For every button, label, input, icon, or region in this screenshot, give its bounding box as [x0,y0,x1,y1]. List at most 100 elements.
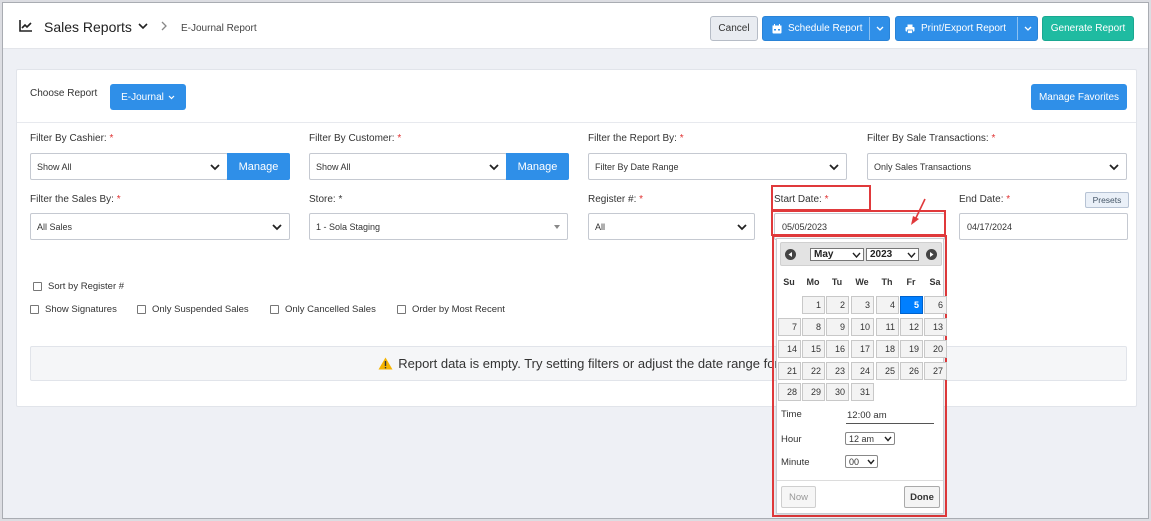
calendar-icon [772,23,782,33]
chevron-down-icon[interactable] [138,23,148,30]
weekday-header: We [855,277,869,287]
customer-select[interactable]: Show All [309,153,507,180]
chevron-down-icon [1109,164,1119,171]
end-date-input[interactable]: 04/17/2024 [959,213,1128,240]
checkbox-box[interactable] [270,305,279,314]
calendar-day[interactable]: 20 [924,340,947,358]
calendar-day[interactable]: 11 [876,318,899,336]
calendar-day[interactable]: 29 [802,383,825,401]
calendar-day[interactable]: 24 [851,362,874,380]
sort-by-register-checkbox[interactable]: Sort by Register # [33,281,124,292]
order-by-recent-checkbox[interactable]: Order by Most Recent [397,304,505,315]
chevron-down-icon [829,164,839,171]
weekday-header: Mo [806,277,820,287]
calendar-day[interactable]: 31 [851,383,874,401]
divider [17,122,1136,123]
calendar-day[interactable]: 25 [876,362,899,380]
empty-report-message: Report data is empty. Try setting filter… [398,356,779,371]
calendar-day[interactable]: 15 [802,340,825,358]
chevron-down-icon [884,436,892,442]
minute-label: Minute [781,457,810,468]
checkbox-box[interactable] [397,305,406,314]
selected-report-label: E-Journal [121,91,164,103]
chevron-down-icon [737,224,747,231]
only-suspended-checkbox[interactable]: Only Suspended Sales [137,304,249,315]
calendar-day[interactable]: 18 [876,340,899,358]
chevron-down-icon [272,224,282,231]
minute-select[interactable]: 00 [845,455,878,468]
choose-report-dropdown[interactable]: E-Journal [110,84,186,110]
end-date-label: End Date: * [959,194,1011,205]
cashier-filter-label: Filter By Cashier: * [30,133,114,144]
calendar-day[interactable]: 3 [851,296,874,314]
datepicker-header: May 2023 [780,242,942,266]
manage-customer-button[interactable]: Manage [506,153,569,180]
only-cancelled-checkbox[interactable]: Only Cancelled Sales [270,304,376,315]
presets-button[interactable]: Presets [1085,192,1129,208]
weekday-header: Tu [831,277,843,287]
calendar-day[interactable]: 1 [802,296,825,314]
calendar-day[interactable]: 7 [778,318,801,336]
schedule-dropdown-toggle[interactable] [869,17,889,40]
checkbox-box[interactable] [137,305,146,314]
done-button[interactable]: Done [904,486,940,508]
hour-select[interactable]: 12 am [845,432,895,445]
calendar-day[interactable]: 10 [851,318,874,336]
chevron-down-icon [907,252,916,258]
calendar-day[interactable]: 12 [900,318,923,336]
report-by-filter-label: Filter the Report By: * [588,133,684,144]
calendar-day[interactable]: 6 [924,296,947,314]
printer-icon [905,24,915,34]
now-button[interactable]: Now [781,486,816,508]
calendar-day[interactable]: 9 [826,318,849,336]
time-value: 12:00 am [846,410,934,424]
calendar-day[interactable]: 19 [900,340,923,358]
calendar-day-selected[interactable]: 5 [900,296,923,314]
calendar-day[interactable]: 21 [778,362,801,380]
calendar-day[interactable]: 23 [826,362,849,380]
show-signatures-checkbox[interactable]: Show Signatures [30,304,117,315]
chevron-down-icon [489,164,499,171]
manage-cashier-button[interactable]: Manage [227,153,290,180]
checkbox-box[interactable] [30,305,39,314]
calendar-day[interactable]: 27 [924,362,947,380]
customer-filter-label: Filter By Customer: * [309,133,402,144]
annotation-box [771,185,871,211]
annotation-arrow-icon [911,198,926,225]
store-select[interactable]: 1 - Sola Staging [309,213,568,240]
calendar-day[interactable]: 26 [900,362,923,380]
print-export-button[interactable]: Print/Export Report [895,16,1038,41]
sale-transactions-select[interactable]: Only Sales Transactions [867,153,1127,180]
weekday-header: Sa [929,277,941,287]
month-select[interactable]: May [810,248,864,261]
sales-by-select[interactable]: All Sales [30,213,290,240]
calendar-day[interactable]: 16 [826,340,849,358]
cashier-select[interactable]: Show All [30,153,228,180]
generate-report-button[interactable]: Generate Report [1042,16,1134,41]
calendar-day[interactable]: 2 [826,296,849,314]
manage-favorites-button[interactable]: Manage Favorites [1031,84,1127,110]
page-header: Sales Reports E-Journal Report Cancel Sc… [3,3,1148,49]
chevron-down-icon [1024,26,1031,31]
schedule-report-button[interactable]: Schedule Report [762,16,890,41]
calendar-day[interactable]: 28 [778,383,801,401]
calendar-day[interactable]: 4 [876,296,899,314]
print-dropdown-toggle[interactable] [1017,17,1037,40]
calendar-day[interactable]: 30 [826,383,849,401]
calendar-day[interactable]: 8 [802,318,825,336]
cancel-button[interactable]: Cancel [710,16,758,41]
prev-month-button[interactable] [785,249,796,260]
report-by-select[interactable]: Filter By Date Range [588,153,847,180]
weekday-header: Su [783,277,795,287]
calendar-day[interactable]: 14 [778,340,801,358]
calendar-day[interactable]: 17 [851,340,874,358]
calendar-day[interactable]: 13 [924,318,947,336]
checkbox-box[interactable] [33,282,42,291]
year-select[interactable]: 2023 [866,248,919,261]
calendar-day[interactable]: 22 [802,362,825,380]
chevron-down-icon [876,26,883,31]
chevron-down-icon [168,95,175,99]
next-month-button[interactable] [926,249,937,260]
register-select[interactable]: All [588,213,755,240]
arrow-left-icon [788,252,792,257]
